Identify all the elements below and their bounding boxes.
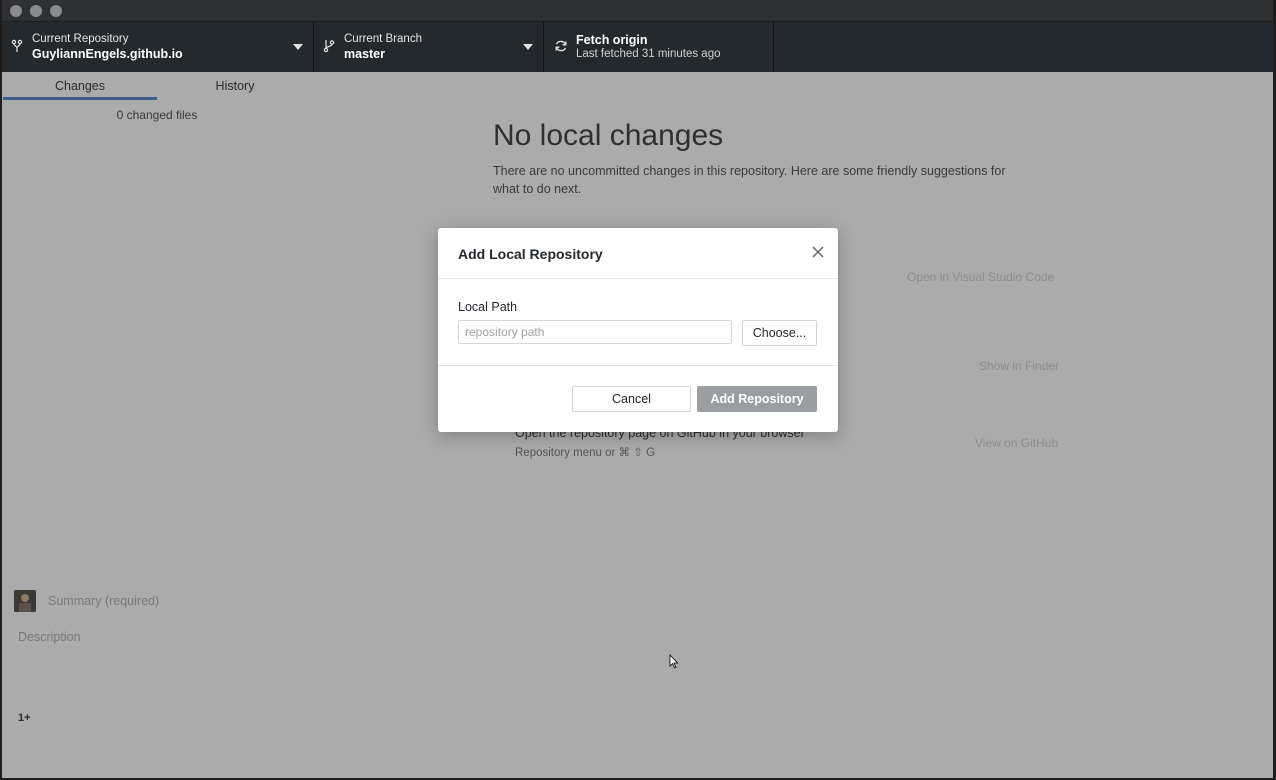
chevron-down-icon (293, 44, 303, 50)
repo-icon (11, 39, 23, 52)
cancel-button[interactable]: Cancel (572, 386, 691, 412)
toolbar: Current Repository GuyliannEngels.github… (2, 22, 1273, 72)
suggestion-shortcut: Repository menu or ⌘ ⇧ G (515, 447, 656, 459)
add-repository-button[interactable]: Add Repository (697, 386, 817, 412)
local-path-input[interactable] (458, 320, 732, 344)
open-in-editor-button[interactable]: Open in Visual Studio Code (907, 270, 1054, 284)
local-path-label: Local Path (458, 300, 518, 314)
zoom-window-button[interactable] (50, 5, 62, 17)
fetch-origin-button[interactable]: Fetch origin Last fetched 31 minutes ago (544, 22, 774, 72)
close-window-button[interactable] (10, 5, 22, 17)
summary-input[interactable]: Summary (required) (48, 594, 159, 608)
changed-files-count: 0 changed files (116, 108, 198, 122)
fetch-origin-label: Fetch origin (576, 33, 648, 47)
current-branch-button[interactable]: Current Branch master (314, 22, 544, 72)
branch-icon (323, 40, 335, 53)
active-tab-indicator (3, 97, 157, 100)
chevron-down-icon (523, 44, 533, 50)
sync-icon (555, 40, 567, 52)
current-repository-button[interactable]: Current Repository GuyliannEngels.github… (2, 22, 314, 72)
last-fetched-text: Last fetched 31 minutes ago (576, 48, 721, 60)
tab-changes[interactable]: Changes (3, 72, 157, 100)
current-branch-name: master (344, 47, 385, 61)
choose-button[interactable]: Choose... (742, 320, 817, 346)
mouse-cursor-icon (669, 654, 679, 669)
show-in-finder-button[interactable]: Show in Finder (979, 359, 1059, 373)
avatar (14, 590, 36, 612)
tab-history[interactable]: History (158, 72, 312, 100)
close-icon[interactable] (810, 244, 826, 260)
minimize-window-button[interactable] (30, 5, 42, 17)
current-repository-name: GuyliannEngels.github.io (32, 47, 183, 61)
current-branch-label: Current Branch (344, 33, 422, 45)
dialog-divider (438, 278, 838, 279)
page-title: No local changes (493, 119, 724, 152)
add-local-repository-dialog: Add Local Repository Local Path Choose..… (438, 228, 838, 432)
blank-slate-description: There are no uncommitted changes in this… (493, 164, 1006, 196)
dialog-title: Add Local Repository (458, 246, 603, 262)
view-on-github-button[interactable]: View on GitHub (975, 436, 1058, 450)
title-bar (2, 0, 1273, 22)
app-window: Current Repository GuyliannEngels.github… (2, 0, 1273, 778)
add-coauthor-button[interactable]: 1+ (18, 712, 31, 724)
description-input[interactable]: Description (18, 630, 81, 644)
current-repository-label: Current Repository (32, 33, 129, 45)
dialog-divider (438, 365, 838, 366)
